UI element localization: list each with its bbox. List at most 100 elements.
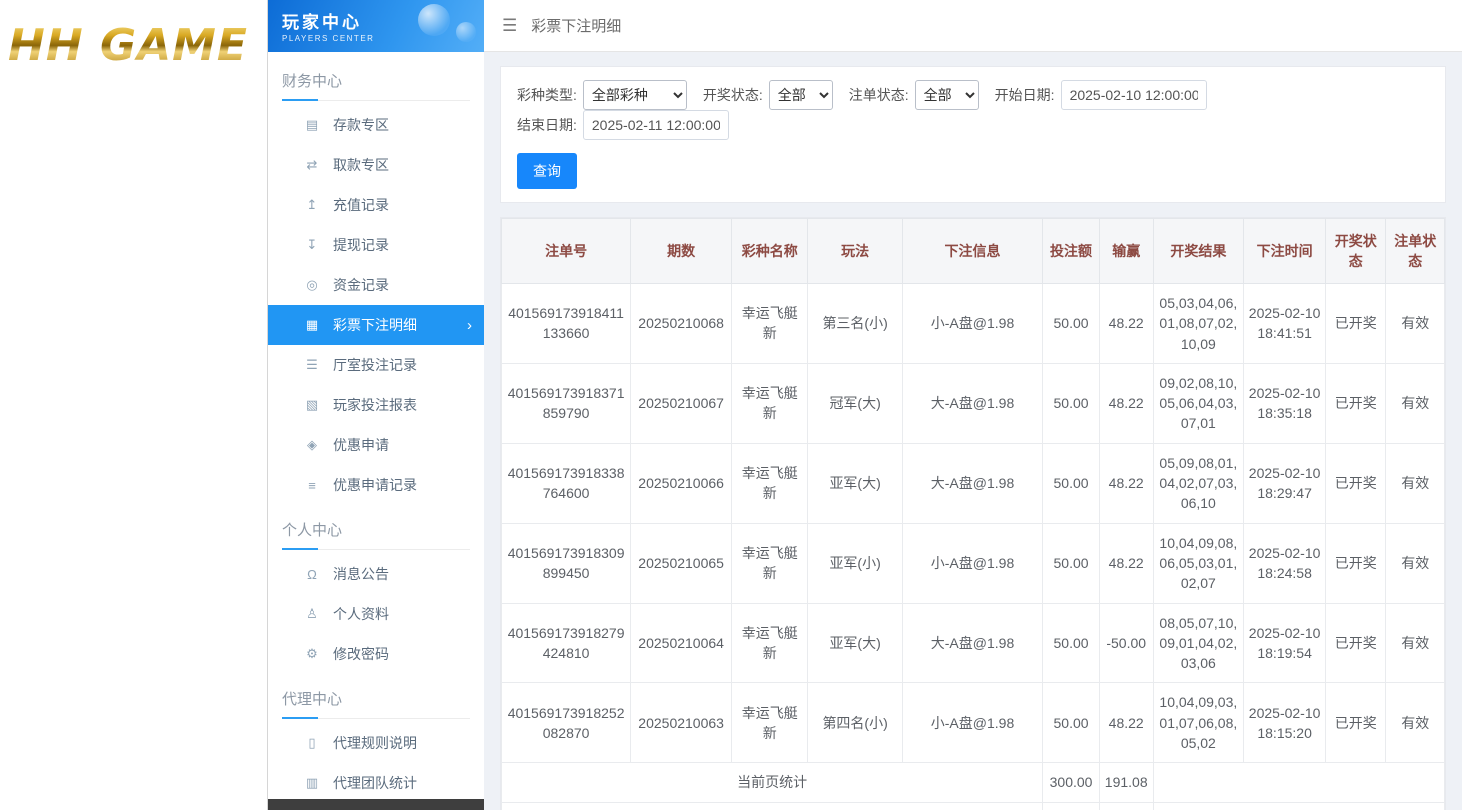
cell-win-loss: 48.22 [1099,683,1153,763]
cell-draw-result: 05,09,08,01,04,02,07,03,06,10 [1153,443,1244,523]
cell-bet-info: 小-A盘@1.98 [902,284,1043,364]
end-date-label: 结束日期: [517,115,577,135]
sidebar-item-hall-bet-records[interactable]: ☰ 厅室投注记录 [268,345,484,385]
lottery-type-select[interactable]: 全部彩种 [583,80,687,110]
draw-status-select[interactable]: 全部 [769,80,833,110]
ball-decoration-icon [418,4,450,36]
cell-period: 20250210065 [631,523,732,603]
bet-status-filter: 注单状态: 全部 [849,80,979,110]
promo-record-icon: ≡ [304,478,320,493]
user-icon: ♙ [304,606,320,622]
sidebar-item-player-bet-report[interactable]: ▧玩家投注报表 [268,385,484,425]
cell-play: 亚军(大) [808,603,902,683]
total-summary-winloss: 191.08 [1099,802,1153,810]
recharge-record-icon: ↥ [304,197,320,213]
draw-status-label: 开奖状态: [703,85,763,105]
page-summary-label: 当前页统计 [502,763,1043,802]
cell-bet-amount: 50.00 [1043,603,1100,683]
cell-win-loss: 48.22 [1099,363,1153,443]
page-title: 彩票下注明细 [531,15,621,36]
lottery-type-filter: 彩种类型: 全部彩种 [517,80,687,110]
sidebar-item-change-password[interactable]: ⚙ 修改密码 [268,634,484,674]
cell-lottery-name: 幸运飞艇新 [732,443,808,523]
sidebar-item-label: 资金记录 [333,275,389,295]
sidebar-item-messages[interactable]: Ω消息公告 [268,554,484,594]
menu-icon[interactable]: ☰ [502,16,517,36]
sidebar-item-withdraw-zone[interactable]: ⇄取款专区 [268,145,484,185]
cell-bet-info: 大-A盘@1.98 [902,603,1043,683]
sidebar-item-label: 修改密码 [333,644,389,664]
cell-period: 20250210068 [631,284,732,364]
bet-details-table: 注单号 期数 彩种名称 玩法 下注信息 投注额 输赢 开奖结果 下注时间 开奖状… [501,218,1445,810]
table-row: 40156917391827942481020250210064幸运飞艇新亚军(… [502,603,1445,683]
page-summary-winloss: 191.08 [1099,763,1153,802]
draw-status-filter: 开奖状态: 全部 [703,80,833,110]
sidebar-item-agent-team-stats[interactable]: ▥代理团队统计 [268,763,484,799]
sidebar-item-label: 消息公告 [333,564,389,584]
cell-bet-amount: 50.00 [1043,523,1100,603]
cell-bet-amount: 50.00 [1043,443,1100,523]
header-bet-no: 注单号 [502,219,631,284]
bet-details-table-card: 注单号 期数 彩种名称 玩法 下注信息 投注额 输赢 开奖结果 下注时间 开奖状… [500,217,1446,810]
sidebar-item-profile[interactable]: ♙个人资料 [268,594,484,634]
sidebar-item-promo-apply[interactable]: ◈优惠申请 [268,425,484,465]
sidebar-item-lottery-bet-details[interactable]: ▦彩票下注明细› [268,305,484,345]
cell-lottery-name: 幸运飞艇新 [732,603,808,683]
gear-icon: ⚙ [304,646,320,662]
cell-play: 冠军(大) [808,363,902,443]
cell-bet-status: 有效 [1386,363,1445,443]
start-date-input[interactable] [1061,80,1207,110]
team-stats-icon: ▥ [304,775,320,791]
cell-bet-time: 2025-02-10 18:35:18 [1244,363,1326,443]
cell-bet-amount: 50.00 [1043,284,1100,364]
table-header-row: 注单号 期数 彩种名称 玩法 下注信息 投注额 输赢 开奖结果 下注时间 开奖状… [502,219,1445,284]
header-bet-time: 下注时间 [1244,219,1326,284]
cell-lottery-name: 幸运飞艇新 [732,523,808,603]
bet-status-select[interactable]: 全部 [915,80,979,110]
start-date-label: 开始日期: [995,85,1055,105]
cell-play: 亚军(小) [808,523,902,603]
cell-period: 20250210066 [631,443,732,523]
promo-icon: ◈ [304,437,320,453]
sidebar-section-title: 代理中心 [282,688,470,719]
cell-bet-time: 2025-02-10 18:24:58 [1244,523,1326,603]
header-bet-status: 注单状态 [1386,219,1445,284]
sidebar-item-label: 取款专区 [333,155,389,175]
cell-bet-status: 有效 [1386,603,1445,683]
document-icon: ▯ [304,735,320,751]
sidebar-item-label: 充值记录 [333,195,389,215]
query-button[interactable]: 查询 [517,153,577,189]
chevron-right-icon: › [467,317,472,334]
cell-bet-amount: 50.00 [1043,363,1100,443]
deposit-icon: ▤ [304,117,320,133]
cell-draw-status: 已开奖 [1326,683,1386,763]
cell-period: 20250210067 [631,363,732,443]
cell-bet-time: 2025-02-10 18:29:47 [1244,443,1326,523]
cell-win-loss: 48.22 [1099,443,1153,523]
sidebar-item-label: 厅室投注记录 [333,355,417,375]
cell-draw-result: 08,05,07,10,09,01,04,02,03,06 [1153,603,1244,683]
header-period: 期数 [631,219,732,284]
sidebar-item-agent-rules[interactable]: ▯ 代理规则说明 [268,723,484,763]
cell-draw-result: 05,03,04,06,01,08,07,02,10,09 [1153,284,1244,364]
sidebar-item-label: 存款专区 [333,115,389,135]
sidebar-bottom-strip [268,799,484,810]
cell-win-loss: 48.22 [1099,523,1153,603]
sidebar-item-deposit-zone[interactable]: ▤ 存款专区 [268,105,484,145]
table-body: 40156917391841113366020250210068幸运飞艇新第三名… [502,284,1445,763]
sidebar-item-recharge-records[interactable]: ↥ 充值记录 [268,185,484,225]
sidebar-item-label: 代理规则说明 [333,733,417,753]
sidebar-item-withdraw-records[interactable]: ↧提现记录 [268,225,484,265]
cell-draw-status: 已开奖 [1326,523,1386,603]
sidebar-item-fund-records[interactable]: ◎资金记录 [268,265,484,305]
cell-draw-status: 已开奖 [1326,363,1386,443]
end-date-input[interactable] [583,110,729,140]
cell-bet-info: 小-A盘@1.98 [902,523,1043,603]
cell-lottery-name: 幸运飞艇新 [732,683,808,763]
sidebar-nav: 财务中心▤存款专区⇄取款专区↥充值记录↧提现记录◎资金记录▦彩票下注明细›☰厅室… [268,52,484,799]
cell-play: 第四名(小) [808,683,902,763]
sidebar-item-promo-apply-records[interactable]: ≡优惠申请记录 [268,465,484,505]
cell-period: 20250210063 [631,683,732,763]
cell-bet-no: 401569173918338764600 [502,443,631,523]
hall-bet-icon: ☰ [304,357,320,373]
